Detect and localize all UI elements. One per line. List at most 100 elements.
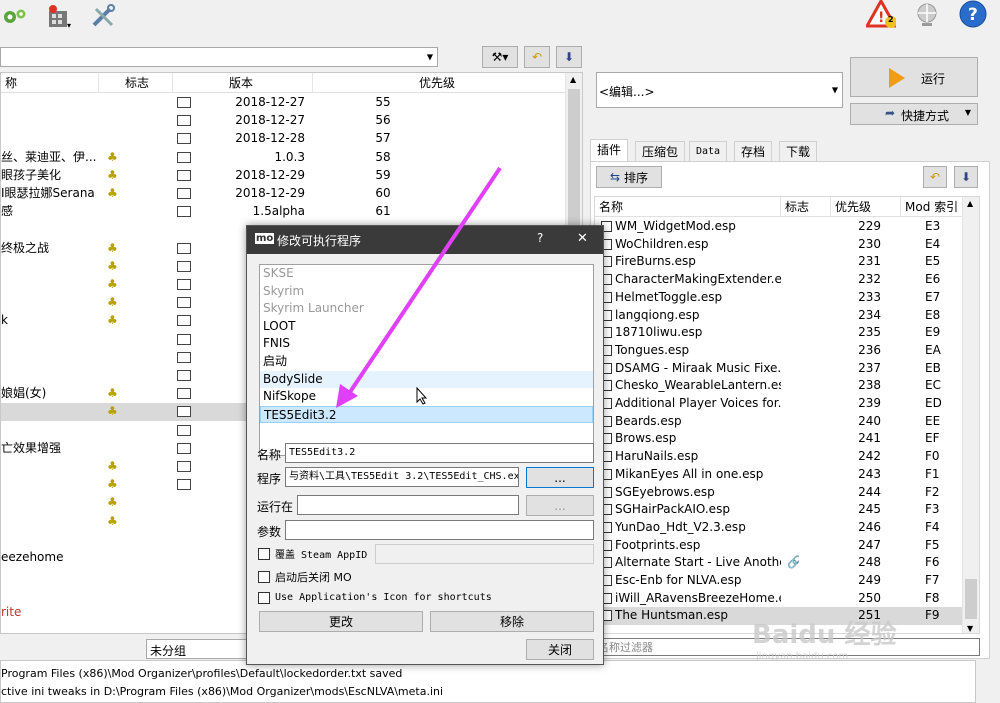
plugin-name: HelmetToggle.esp <box>615 289 723 304</box>
plugin-name: iWill_ARavensBreezeHome.e... <box>615 590 781 605</box>
table-row[interactable]: SGHairPackAIO.esp 245 F3 <box>595 501 964 519</box>
close-button[interactable]: 关闭 <box>526 639 594 660</box>
table-row[interactable]: iWill_ARavensBreezeHome.e... 250 F8 <box>595 590 964 608</box>
change-button[interactable]: 更改 <box>259 611 423 632</box>
executable-list-item[interactable]: Skyrim Launcher <box>260 300 593 318</box>
executable-list-item[interactable]: FNIS <box>260 335 593 353</box>
executable-list-item[interactable]: TES5Edit3.2 <box>260 405 593 424</box>
plugin-mod-index: F9 <box>925 608 940 623</box>
arguments-input[interactable] <box>285 520 594 540</box>
close-mo-checkbox[interactable] <box>258 571 270 583</box>
column-header-plugin-name[interactable]: 名称 <box>595 197 781 217</box>
table-row[interactable]: I眼瑟拉娜Serana ♣ 2018-12-29 60 <box>1 185 567 203</box>
table-row[interactable]: 丝、莱迪亚、伊... ♣ 1.0.3 58 <box>1 149 567 167</box>
category-icon <box>177 315 191 327</box>
steam-appid-checkbox[interactable] <box>258 548 270 560</box>
executable-list-item[interactable]: BodySlide <box>260 370 593 389</box>
executable-list-item[interactable]: SKSE <box>260 265 593 283</box>
column-header-mod-index[interactable]: Mod 索引 <box>901 197 965 217</box>
table-row[interactable]: Tongues.esp 236 EA <box>595 342 964 360</box>
column-header-version[interactable]: 版本 <box>173 73 313 93</box>
tab-data[interactable]: Data <box>689 141 728 161</box>
name-label: 名称 <box>257 448 282 462</box>
executables-list[interactable]: SKSE Skyrim Skyrim Launcher LOOT FNIS 启动 BodyS… <box>259 264 594 456</box>
sort-button[interactable]: ⇆ 排序 <box>596 166 662 188</box>
run-button[interactable]: 运行 <box>850 57 978 97</box>
close-icon[interactable]: ✕ <box>577 231 588 246</box>
gears-icon[interactable] <box>0 2 30 30</box>
table-row[interactable]: 2018-12-28 57 <box>1 130 567 148</box>
shortcut-button[interactable]: ➦ 快捷方式 ▼ <box>850 103 978 125</box>
table-row[interactable]: Footprints.esp 247 F5 <box>595 537 964 555</box>
tools-icon[interactable] <box>88 2 118 30</box>
globe-icon[interactable] <box>912 1 942 29</box>
table-row[interactable]: HaruNails.esp 242 F0 <box>595 448 964 466</box>
undo-button[interactable]: ↶ <box>524 46 550 68</box>
undo-plugins-button[interactable]: ↶ <box>923 166 947 188</box>
plugin-name: Footprints.esp <box>615 537 701 552</box>
table-row[interactable]: 感 1.5alpha 61 <box>1 203 567 221</box>
plugin-list-header: 名称 标志 优先级 Mod 索引 <box>595 197 979 217</box>
run-in-browse-button[interactable]: ... <box>526 495 594 516</box>
plugin-list-scrollbar[interactable]: ▲ ▼ <box>962 197 979 633</box>
browse-label: ... <box>554 498 566 513</box>
executable-list-item[interactable]: 启动 <box>260 353 593 371</box>
column-header-name[interactable]: 称 <box>1 73 99 93</box>
tab-archives[interactable]: 压缩包 <box>635 141 686 161</box>
puzzle-flag-icon: ♣ <box>107 477 118 492</box>
table-row[interactable]: 2018-12-27 56 <box>1 112 567 130</box>
tab-saves[interactable]: 存档 <box>734 141 773 161</box>
export-button[interactable]: ⬇ <box>556 46 582 68</box>
table-row[interactable]: WM_WidgetMod.esp 229 E3 <box>595 218 964 236</box>
profile-select[interactable]: ▼ <box>0 47 438 67</box>
table-row[interactable]: Chesko_WearableLantern.esp 238 EC <box>595 377 964 395</box>
column-header-flag[interactable]: 标志 <box>99 73 173 93</box>
table-row[interactable]: 2018-12-27 55 <box>1 94 567 112</box>
plugin-priority: 240 <box>858 413 881 428</box>
table-row[interactable]: 眼孩子美化 ♣ 2018-12-29 59 <box>1 167 567 185</box>
remove-button[interactable]: 移除 <box>430 611 594 632</box>
export-plugins-button[interactable]: ⬇ <box>954 166 978 188</box>
table-row[interactable]: Alternate Start - Live Anothe... 🔗 248 F6 <box>595 554 964 572</box>
table-row[interactable]: Brows.esp 241 EF <box>595 430 964 448</box>
executable-list-item[interactable]: Skyrim <box>260 283 593 301</box>
column-header-plugin-priority[interactable]: 优先级 <box>831 197 901 217</box>
column-header-priority[interactable]: 优先级 <box>313 73 567 93</box>
app-icon-checkbox[interactable] <box>258 592 270 604</box>
name-input[interactable]: TES5Edit3.2 <box>285 443 594 463</box>
grid-icon[interactable]: ▾ <box>44 2 74 30</box>
run-button-label: 运行 <box>921 72 946 86</box>
tools-dropdown-button[interactable]: ⚒▾ <box>482 46 518 68</box>
plugin-filter-placeholder: 名称过滤器 <box>598 641 653 654</box>
plugin-priority: 246 <box>858 519 881 534</box>
help-icon[interactable]: ? <box>537 231 543 245</box>
warning-icon[interactable]: ! 2 <box>866 0 896 28</box>
help-icon[interactable]: ? <box>958 0 988 28</box>
executable-select[interactable]: <编辑...> ▼ <box>596 72 843 108</box>
dialog-title: 修改可执行程序 <box>277 234 362 248</box>
table-row[interactable]: MikanEyes All in one.esp 243 F1 <box>595 466 964 484</box>
mod-name <box>1 258 99 276</box>
program-browse-button[interactable]: ... <box>526 467 594 488</box>
table-row[interactable]: Additional Player Voices for... 239 ED <box>595 395 964 413</box>
table-row[interactable]: langqiong.esp 234 E8 <box>595 307 964 325</box>
table-row[interactable]: FireBurns.esp 231 E5 <box>595 253 964 271</box>
table-row[interactable]: Beards.esp 240 EE <box>595 413 964 431</box>
plugin-list-table[interactable]: 名称 标志 优先级 Mod 索引 WM_WidgetMod.esp 229 E3 Wo… <box>594 196 980 634</box>
table-row[interactable]: DSAMG - Miraak Music Fixe... 237 EB <box>595 360 964 378</box>
group-filter-select[interactable]: 未分组 <box>146 639 256 659</box>
table-row[interactable]: CharacterMakingExtender.e... 232 E6 <box>595 271 964 289</box>
run-in-input[interactable] <box>297 495 519 515</box>
tab-plugins[interactable]: 插件 <box>590 139 629 161</box>
column-header-plugin-flag[interactable]: 标志 <box>781 197 831 217</box>
program-input[interactable]: 与资料\工具\TES5Edit 3.2\TES5Edit_CHS.exe <box>285 467 519 487</box>
table-row[interactable]: HelmetToggle.esp 233 E7 <box>595 289 964 307</box>
table-row[interactable]: WoChildren.esp 230 E4 <box>595 236 964 254</box>
tab-downloads[interactable]: 下载 <box>779 141 818 161</box>
table-row[interactable]: SGEyebrows.esp 244 F2 <box>595 484 964 502</box>
table-row[interactable]: Esc-Enb for NLVA.esp 249 F7 <box>595 572 964 590</box>
table-row[interactable]: YunDao_Hdt_V2.3.esp 246 F4 <box>595 519 964 537</box>
executable-list-item[interactable]: LOOT <box>260 318 593 336</box>
modify-executables-dialog: mo 修改可执行程序 ? ✕ SKSE Skyrim Skyrim Launcher… <box>246 225 604 665</box>
table-row[interactable]: 18710liwu.esp 235 E9 <box>595 324 964 342</box>
